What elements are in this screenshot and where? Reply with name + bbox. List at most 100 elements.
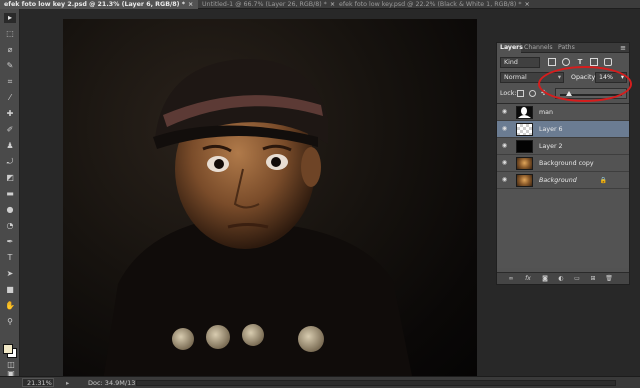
tools-panel: ▸ ⬚ ⌀ ✎ ⌗ ⁄ ✚ ✐ ♟ ⤾ ◩ ▬ ● ◔ ✒ T ➤ ■ ✋ ⚲ … — [0, 9, 20, 376]
mask-thumbnail — [516, 106, 533, 119]
layer-row-layer-2[interactable]: ◉ Layer 2 — [497, 138, 629, 155]
annotation-circle — [538, 66, 632, 102]
new-layer-icon[interactable]: ⊞ — [589, 275, 597, 283]
layer-row-layer-6[interactable]: ◉ Layer 6 — [497, 121, 629, 138]
lock-label: Lock: — [500, 90, 517, 97]
eye-icon[interactable]: ◉ — [501, 109, 508, 115]
tab-efek-foto-low-key-2[interactable]: efek foto low key 2.psd @ 21.3% (Layer 6… — [0, 0, 198, 9]
pixel-filter-icon[interactable] — [548, 58, 556, 66]
status-bar: 21.31% ▸ Doc: 34.9M/131.6M — [0, 376, 640, 388]
stamp-icon: ♟ — [6, 141, 14, 150]
lasso-tool[interactable]: ⌀ — [4, 45, 16, 55]
lock-icon: 🔒 — [599, 177, 607, 184]
brush-icon: ✐ — [6, 125, 14, 134]
tab-untitled-1[interactable]: Untitled-1 @ 66.7% (Layer 26, RGB/8) * × — [198, 0, 335, 9]
adjustment-icon[interactable]: ◐ — [557, 275, 565, 283]
tab-label: Untitled-1 @ 66.7% (Layer 26, RGB/8) * — [202, 1, 327, 8]
rectangle-icon: ■ — [6, 285, 14, 294]
drop-icon: ● — [6, 205, 14, 214]
layers-panel-footer: ∞ fx ◙ ◐ ▭ ⊞ 🗑 — [497, 272, 629, 284]
status-menu-icon[interactable]: ▸ — [66, 379, 69, 387]
type-icon: T — [7, 253, 13, 262]
tab-paths[interactable]: Paths — [555, 43, 579, 53]
layer-name: Background copy — [539, 160, 594, 167]
history-brush-icon: ⤾ — [6, 157, 14, 166]
panel-tab-bar: Layers Channels Paths ≡ — [497, 43, 629, 53]
eyedropper-tool[interactable]: ⁄ — [4, 93, 16, 103]
zoom-tool[interactable]: ⚲ — [4, 317, 16, 327]
eye-icon[interactable]: ◉ — [501, 126, 508, 132]
quick-select-tool[interactable]: ✎ — [4, 61, 16, 71]
photoshop-window: efek foto low key 2.psd @ 21.3% (Layer 6… — [0, 0, 640, 388]
delete-layer-icon[interactable]: 🗑 — [605, 275, 613, 283]
type-tool[interactable]: T — [4, 253, 16, 263]
tab-label: efek foto low key.psd @ 22.2% (Black & W… — [339, 1, 522, 8]
close-icon[interactable]: × — [525, 1, 530, 8]
path-select-tool[interactable]: ➤ — [4, 269, 16, 279]
zoom-icon: ⚲ — [7, 317, 13, 326]
photo-thumbnail — [516, 157, 533, 170]
gradient-tool[interactable]: ▬ — [4, 189, 16, 199]
document-tab-bar: efek foto low key 2.psd @ 21.3% (Layer 6… — [0, 0, 640, 9]
path-select-icon: ➤ — [6, 269, 14, 278]
eye-icon[interactable]: ◉ — [501, 177, 508, 183]
eyedropper-icon: ⁄ — [9, 93, 11, 102]
photo-thumbnail — [516, 174, 533, 187]
layer-style-icon[interactable]: fx — [524, 275, 532, 283]
blur-tool[interactable]: ● — [4, 205, 16, 215]
quick-mask-icon: ◫ — [7, 360, 15, 369]
eye-icon[interactable]: ◉ — [501, 143, 508, 149]
shape-filter-icon[interactable] — [590, 58, 598, 66]
add-mask-icon[interactable]: ◙ — [541, 275, 549, 283]
quick-select-icon: ✎ — [6, 61, 14, 70]
crop-icon: ⌗ — [7, 77, 13, 86]
black-thumbnail — [516, 140, 533, 153]
link-layers-icon[interactable]: ∞ — [507, 275, 515, 283]
lock-transparent-icon[interactable] — [517, 90, 524, 97]
history-brush-tool[interactable]: ⤾ — [4, 157, 16, 167]
dodge-icon: ◔ — [6, 221, 14, 230]
type-filter-icon[interactable]: T — [576, 58, 584, 66]
filter-kind-label: Kind — [504, 59, 518, 66]
layer-row-background-copy[interactable]: ◉ Background copy — [497, 155, 629, 172]
tab-efek-foto-low-key[interactable]: efek foto low key.psd @ 22.2% (Black & W… — [335, 0, 535, 9]
dodge-tool[interactable]: ◔ — [4, 221, 16, 231]
foreground-color-swatch[interactable] — [3, 344, 13, 354]
pen-icon: ✒ — [6, 237, 14, 246]
layers-list: ◉ man ◉ Layer 6 ◉ Layer 2 ◉ Background c… — [497, 103, 629, 268]
panel-menu-icon[interactable]: ≡ — [620, 44, 626, 52]
marquee-tool[interactable]: ⬚ — [4, 29, 16, 39]
move-tool[interactable]: ▸ — [4, 13, 16, 23]
layer-row-man[interactable]: ◉ man — [497, 104, 629, 121]
close-icon[interactable]: × — [188, 1, 193, 8]
image-canvas[interactable] — [63, 19, 477, 381]
gradient-icon: ▬ — [6, 189, 14, 198]
pen-tool[interactable]: ✒ — [4, 237, 16, 247]
filter-kind-dropdown[interactable]: Kind — [500, 57, 540, 68]
smart-object-filter-icon[interactable] — [604, 58, 612, 66]
crop-tool[interactable]: ⌗ — [4, 77, 16, 87]
eye-icon[interactable]: ◉ — [501, 160, 508, 166]
eraser-tool[interactable]: ◩ — [4, 173, 16, 183]
new-group-icon[interactable]: ▭ — [573, 275, 581, 283]
move-icon: ▸ — [7, 13, 12, 22]
healing-tool[interactable]: ✚ — [4, 109, 16, 119]
horizontal-scrollbar[interactable] — [136, 380, 616, 386]
eraser-icon: ◩ — [6, 173, 14, 182]
adjustment-filter-icon[interactable] — [562, 58, 570, 66]
bandage-icon: ✚ — [6, 109, 14, 118]
marquee-icon: ⬚ — [6, 29, 14, 38]
tab-channels[interactable]: Channels — [521, 43, 555, 53]
shape-tool[interactable]: ■ — [4, 285, 16, 295]
tab-layers[interactable]: Layers — [497, 43, 523, 53]
blend-mode-value: Normal — [504, 74, 527, 81]
quick-mask-button[interactable]: ◫ — [5, 360, 17, 370]
lock-image-icon[interactable] — [529, 90, 536, 97]
clone-stamp-tool[interactable]: ♟ — [4, 141, 16, 151]
layer-name: Layer 2 — [539, 143, 563, 150]
lasso-icon: ⌀ — [7, 45, 13, 54]
layer-row-background[interactable]: ◉ Background 🔒 — [497, 172, 629, 189]
brush-tool[interactable]: ✐ — [4, 125, 16, 135]
hand-tool[interactable]: ✋ — [4, 301, 16, 311]
layer-name: man — [539, 109, 553, 116]
